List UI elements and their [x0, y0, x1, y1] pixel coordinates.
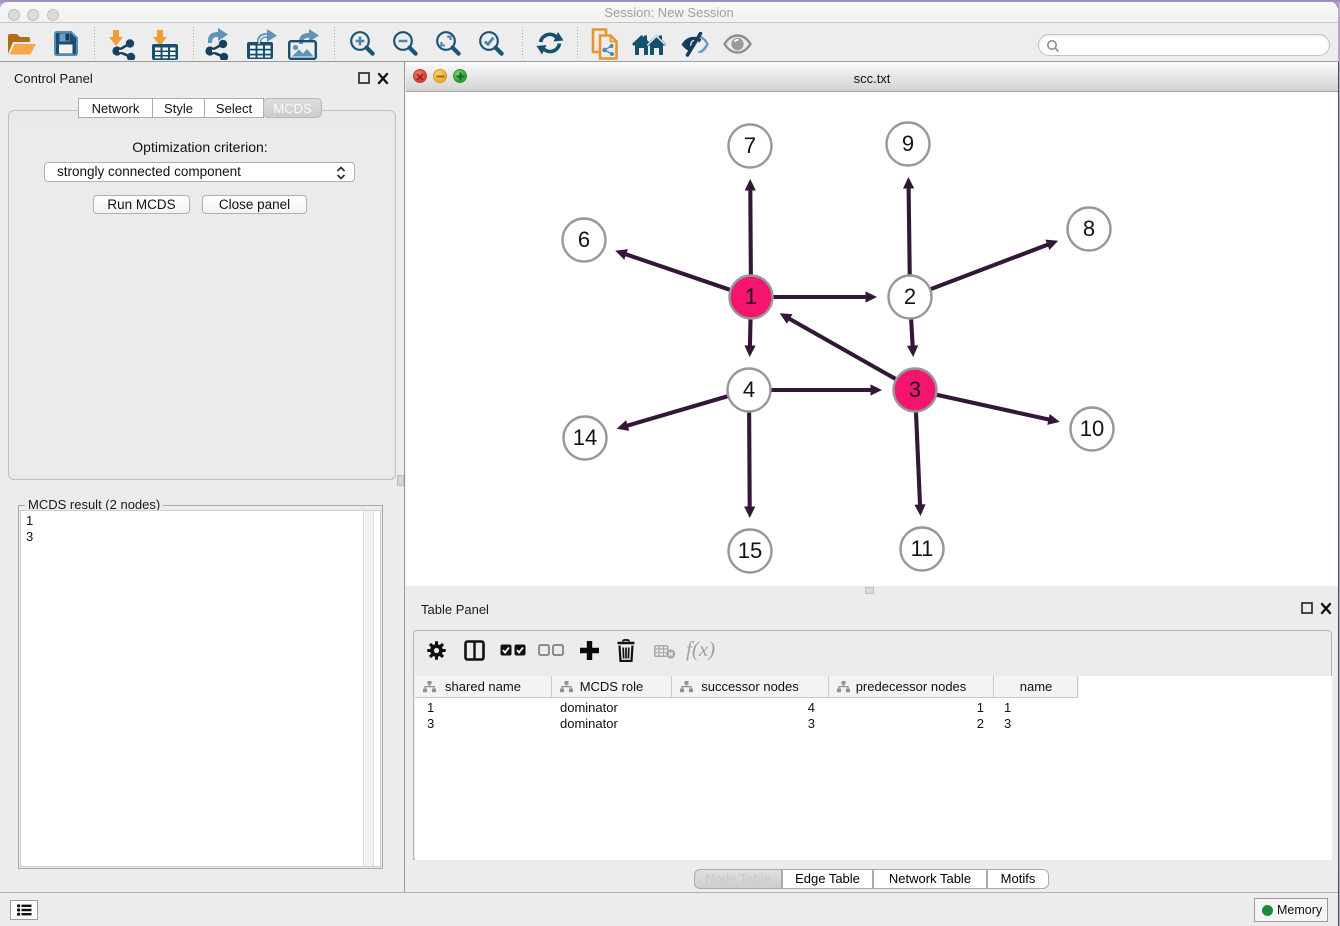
svg-text:10: 10: [1080, 416, 1104, 441]
svg-text:1: 1: [745, 284, 757, 309]
svg-text:3: 3: [909, 377, 921, 402]
svg-text:9: 9: [902, 131, 914, 156]
svg-text:8: 8: [1083, 216, 1095, 241]
svg-text:14: 14: [573, 425, 597, 450]
svg-text:6: 6: [578, 227, 590, 252]
svg-text:2: 2: [904, 284, 916, 309]
svg-text:11: 11: [911, 536, 934, 561]
svg-text:7: 7: [744, 133, 756, 158]
svg-text:4: 4: [743, 377, 755, 402]
svg-text:15: 15: [738, 538, 762, 563]
